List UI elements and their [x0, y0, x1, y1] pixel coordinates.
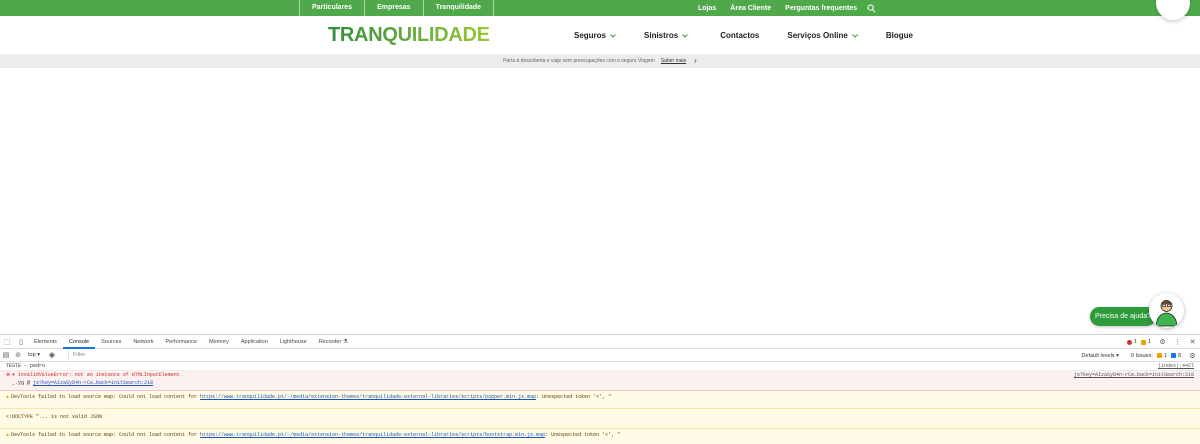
console-warning-row: ▲ DevTools failed to load source map: Cou…: [0, 391, 1200, 409]
devtools-panel: ⬚ ▯ Elements Console Sources Network Per…: [0, 334, 1200, 444]
tranquilidade-logo[interactable]: TRANQUILIDADE: [328, 24, 490, 47]
nav-seguros[interactable]: Seguros: [574, 31, 616, 40]
main-nav: Seguros Sinistros Contactos Serviços Onl…: [574, 31, 913, 40]
warning-icon: ▲: [6, 394, 10, 400]
error-count-badge[interactable]: 1: [1126, 339, 1137, 345]
arrow-right-icon[interactable]: ›: [694, 57, 697, 65]
tab-performance[interactable]: Performance: [159, 335, 203, 349]
caret-down-icon: ▾: [37, 352, 40, 358]
warning-icon: [1140, 339, 1146, 345]
site-header: TRANQUILIDADE Seguros Sinistros Contacto…: [0, 16, 1200, 54]
link-area-cliente[interactable]: Área Cliente: [730, 5, 771, 12]
console-warning-continuation: <!DOCTYPE "... is not valid JSON: [0, 409, 1200, 429]
devtools-tabbar: ⬚ ▯ Elements Console Sources Network Per…: [0, 335, 1200, 349]
error-icon: [1126, 339, 1132, 345]
nav-contactos-label: Contactos: [720, 31, 760, 40]
eye-icon[interactable]: ◉: [46, 349, 58, 362]
announcement-bar: Parta à descoberta e viaje sem preocupaç…: [0, 54, 1200, 68]
warning-suffix-2: : Unexpected token '<', ": [545, 432, 621, 438]
segment-nav: Particulares Empresas Tranquilidade: [299, 0, 495, 16]
log-source-link[interactable]: (index):4427: [1158, 362, 1194, 370]
help-assistant-avatar[interactable]: [1149, 293, 1184, 328]
top-bar: Particulares Empresas Tranquilidade Loja…: [0, 0, 1200, 16]
console-error-row[interactable]: ⊗ ▾ InvalidValueError: not an instance of…: [0, 371, 1200, 391]
nav-seguros-label: Seguros: [574, 31, 607, 40]
tab-recorder[interactable]: Recorder ⚗: [313, 335, 354, 349]
tab-network[interactable]: Network: [127, 335, 159, 349]
console-warning-row-2: ▲ DevTools failed to load source map: Cou…: [0, 429, 1200, 444]
error-icon: ⊗: [6, 372, 11, 378]
nav-blogue[interactable]: Blogue: [886, 31, 913, 40]
stack-link[interactable]: js?key=AIzaSyD4n-rCe…back=initSearch:218: [33, 380, 153, 386]
search-icon[interactable]: [867, 4, 876, 13]
settings-gear-icon[interactable]: ⚙: [1158, 338, 1167, 347]
device-toolbar-icon[interactable]: ▯: [14, 335, 28, 349]
chevron-down-icon: [851, 33, 858, 38]
clear-console-icon[interactable]: ⊘: [12, 349, 24, 362]
warning-prefix-2: DevTools failed to load source map: Coul…: [11, 432, 201, 438]
nav-sinistros[interactable]: Sinistros: [644, 31, 689, 40]
console-settings-gear-icon[interactable]: ⚙: [1188, 351, 1197, 360]
chevron-down-icon: [610, 33, 616, 38]
issues-warning-count: 1: [1163, 352, 1167, 359]
flask-icon: ⚗: [342, 338, 348, 345]
log-message: TESTE - pedro: [6, 363, 46, 369]
info-icon: [1170, 353, 1176, 358]
link-perguntas-frequentes[interactable]: Perguntas frequentes: [785, 5, 857, 12]
tab-memory[interactable]: Memory: [203, 335, 235, 349]
warning-line-2: <!DOCTYPE "... is not valid JSON: [6, 414, 103, 420]
close-devtools-icon[interactable]: ✕: [1188, 338, 1197, 347]
log-levels-dropdown[interactable]: Default levels ▾: [1082, 353, 1119, 359]
warning-prefix: DevTools failed to load source map: Coul…: [11, 394, 201, 400]
nav-sinistros-label: Sinistros: [644, 31, 679, 40]
tab-recorder-label: Recorder: [318, 338, 342, 345]
bootstrap-map-link[interactable]: https://www.tranquilidade.pt/-/media/ext…: [200, 432, 545, 438]
link-lojas[interactable]: Lojas: [698, 5, 716, 12]
nav-contactos[interactable]: Contactos: [720, 31, 759, 40]
tab-sources[interactable]: Sources: [95, 335, 127, 349]
segment-empresas[interactable]: Empresas: [364, 0, 422, 16]
issues-label[interactable]: 9 Issues:: [1131, 353, 1153, 359]
error-source-link[interactable]: js?key=AIzaSyD4n-rCe…back=initSearch:218: [1074, 371, 1194, 379]
tab-lighthouse[interactable]: Lighthouse: [274, 335, 313, 349]
console-filter-input[interactable]: Filter: [68, 350, 1080, 361]
browser-page: Particulares Empresas Tranquilidade Loja…: [0, 0, 1200, 444]
tab-elements[interactable]: Elements: [28, 335, 63, 349]
error-count: 1: [1133, 339, 1137, 345]
issues-warning-badge[interactable]: 1: [1156, 352, 1167, 359]
issues-info-count: 8: [1177, 352, 1181, 359]
context-selector[interactable]: top ▾: [28, 352, 40, 358]
sidebar-toggle-icon[interactable]: ▤: [0, 349, 12, 362]
nav-blogue-label: Blogue: [885, 31, 913, 40]
stack-prefix: _.yg @: [12, 380, 34, 386]
devtools-status: 1 1 ⚙ ⋮ ✕: [1126, 335, 1200, 349]
context-selector-label: top: [28, 352, 36, 358]
help-chat-button[interactable]: Precisa de ajuda?: [1090, 307, 1156, 326]
nav-servicos-online-label: Serviços Online: [787, 31, 848, 40]
popper-map-link[interactable]: https://www.tranquilidade.pt/-/media/ext…: [200, 394, 536, 400]
console-toolbar: ▤ ⊘ top ▾ ◉ Filter Default levels ▾ 9 Is…: [0, 349, 1200, 362]
warning-count-badge[interactable]: 1: [1140, 339, 1151, 345]
tab-application[interactable]: Application: [235, 335, 274, 349]
segment-particulares[interactable]: Particulares: [299, 0, 364, 16]
warning-icon: [1156, 353, 1162, 358]
error-message: InvalidValueError: not an instance of HT…: [17, 372, 180, 378]
warning-icon: ▲: [6, 432, 10, 438]
more-menu-icon[interactable]: ⋮: [1173, 338, 1182, 347]
console-log-row: TESTE - pedro (index):4427: [0, 362, 1200, 371]
warning-count: 1: [1147, 339, 1151, 345]
segment-tranquilidade[interactable]: Tranquilidade: [422, 0, 495, 16]
warning-suffix: : Unexpected token '<', ": [536, 394, 612, 400]
utility-nav: Lojas Área Cliente Perguntas frequentes: [698, 0, 876, 16]
log-levels-label: Default levels: [1081, 352, 1115, 359]
console-toolbar-right: Default levels ▾ 9 Issues: 1 8 ⚙: [1082, 349, 1200, 362]
announcement-text: Parta à descoberta e viaje sem preocupaç…: [503, 58, 655, 64]
chevron-down-icon: [682, 33, 689, 38]
issues-info-badge[interactable]: 8: [1170, 352, 1181, 359]
tab-console[interactable]: Console: [62, 335, 96, 349]
saber-mais-link[interactable]: Saber mais: [661, 58, 686, 64]
inspect-element-icon[interactable]: ⬚: [0, 335, 14, 349]
nav-servicos-online[interactable]: Serviços Online: [787, 31, 858, 40]
